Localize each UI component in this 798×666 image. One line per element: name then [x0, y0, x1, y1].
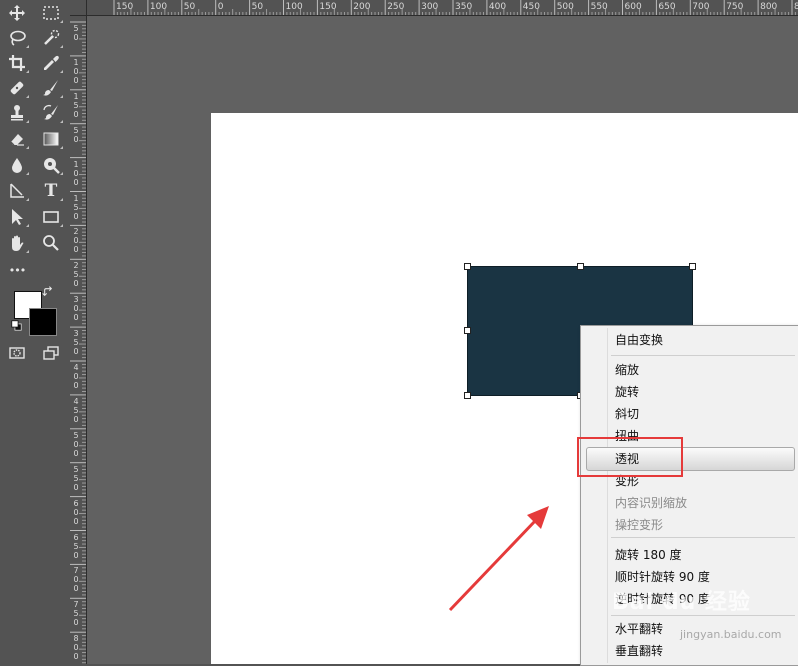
menu-item-flip-vertical[interactable]: 垂直翻转 [615, 644, 663, 658]
quick-select-icon[interactable] [38, 27, 64, 49]
ruler-label: 5 0 0 [73, 430, 79, 458]
menu-gutter [607, 328, 608, 663]
menu-item-skew[interactable]: 斜切 [615, 407, 639, 421]
ruler-label: 850 [794, 2, 798, 12]
marquee-icon[interactable] [38, 2, 64, 24]
ruler-label: 200 [353, 2, 371, 12]
ruler-label: 2 5 0 [73, 261, 79, 289]
ruler-label: 650 [658, 2, 676, 12]
transform-handle-top[interactable] [577, 263, 584, 270]
more-tools-glyph: ••• [8, 263, 26, 277]
background-color-swatch[interactable] [29, 308, 57, 336]
ruler-label: 400 [488, 2, 507, 12]
menu-item-rotate[interactable]: 旋转 [615, 385, 639, 399]
ruler-label: 600 [624, 2, 642, 12]
lasso-icon[interactable] [4, 27, 30, 49]
watermark-logo: Bai du 经验 [612, 590, 751, 615]
annotation-highlight-box [577, 437, 683, 477]
ruler-label: 500 [556, 2, 574, 12]
type-glyph: T [44, 181, 58, 201]
menu-separator [611, 355, 795, 356]
tools-panel: T ••• [0, 0, 71, 664]
ruler-label: 5 0 [73, 24, 79, 42]
ruler-label: 700 [692, 2, 710, 12]
more-tools-icon[interactable]: ••• [4, 259, 30, 281]
zoom-icon[interactable] [38, 232, 64, 254]
ruler-label: 3 0 0 [73, 295, 79, 323]
ruler-label: 150 [319, 2, 337, 12]
quick-mask-icon[interactable] [4, 342, 30, 364]
ruler-label: 350 [455, 2, 473, 12]
gradient-icon[interactable] [38, 128, 64, 150]
dodge-icon[interactable] [38, 154, 64, 176]
brush-icon[interactable] [38, 77, 64, 99]
swap-colors-icon[interactable] [40, 284, 56, 300]
ruler-origin[interactable] [70, 0, 87, 16]
menu-item-scale[interactable]: 缩放 [615, 363, 639, 377]
ruler-label: 250 [387, 2, 405, 12]
ruler-label: 7 5 0 [73, 600, 79, 628]
transform-handle-top-right[interactable] [689, 263, 696, 270]
ruler-label: 2 0 0 [73, 227, 79, 255]
ruler-label: 50 [183, 2, 196, 12]
ruler-label: 1 0 0 [73, 57, 79, 85]
ruler-label: 5 0 [73, 125, 79, 144]
eyedropper-icon[interactable] [38, 52, 64, 74]
screen-mode-icon[interactable] [38, 342, 64, 364]
ruler-label: 5 5 0 [73, 464, 79, 492]
horizontal-ruler: 150 100 50 0 50 100 150 200 250 300 350 400 450 500 55… [70, 0, 798, 16]
default-colors-icon[interactable] [9, 318, 23, 332]
path-select-icon[interactable] [4, 206, 30, 228]
ruler-label: 6 5 0 [73, 532, 79, 560]
menu-item-flip-horizontal[interactable]: 水平翻转 [615, 622, 663, 636]
eraser-icon[interactable] [4, 128, 30, 150]
ruler-label: 300 [421, 2, 439, 12]
ruler-label: 4 5 0 [73, 396, 79, 424]
transform-handle-bottom-left[interactable] [464, 392, 471, 399]
ruler-label: 3 5 0 [73, 329, 79, 357]
ruler-label: 50 [251, 2, 264, 12]
ruler-label: 1 5 0 [73, 193, 79, 221]
menu-separator [611, 537, 795, 538]
ruler-label: 100 [285, 2, 303, 12]
menu-item-free-transform[interactable]: 自由变换 [615, 333, 663, 347]
ruler-label: 100 [149, 2, 168, 12]
vertical-ruler: 5 0 1 0 0 1 5 0 5 0 1 0 0 1 5 0 2 0 0 2 5 0 3 0 … [70, 16, 87, 664]
ruler-label: 450 [522, 2, 540, 12]
ruler-label: 550 [590, 2, 608, 12]
pen-icon[interactable] [4, 180, 30, 202]
ruler-label: 800 [760, 2, 778, 12]
ruler-label: 750 [726, 2, 744, 12]
ruler-label: 1 0 0 [73, 159, 79, 187]
ruler-label: 4 0 0 [73, 363, 79, 390]
menu-item-puppet-warp: 操控变形 [615, 518, 664, 532]
type-icon[interactable]: T [38, 180, 64, 202]
rectangle-icon[interactable] [38, 206, 64, 228]
transform-handle-left[interactable] [464, 327, 471, 334]
ruler-label: 7 0 0 [73, 566, 79, 594]
ruler-label: 0 [217, 2, 224, 12]
ruler-label: 6 0 0 [73, 498, 79, 526]
ruler-label: 150 [116, 2, 134, 12]
healing-brush-icon[interactable] [4, 77, 30, 99]
clone-stamp-icon[interactable] [4, 102, 30, 124]
hand-icon[interactable] [4, 232, 30, 254]
watermark-url: jingyan.baidu.com [680, 628, 782, 641]
ruler-label: 8 0 0 [73, 634, 79, 662]
crop-icon[interactable] [4, 52, 30, 74]
blur-icon[interactable] [4, 154, 30, 176]
menu-item-content-aware-scale: 内容识别缩放 [615, 496, 688, 510]
move-icon[interactable] [4, 2, 30, 24]
transform-handle-top-left[interactable] [464, 263, 471, 270]
ruler-label: 1 5 0 [73, 91, 79, 119]
history-brush-icon[interactable] [38, 102, 64, 124]
menu-item-rotate-90-cw[interactable]: 顺时针旋转 90 度 [615, 570, 710, 584]
menu-item-rotate-180[interactable]: 旋转 180 度 [615, 548, 682, 562]
